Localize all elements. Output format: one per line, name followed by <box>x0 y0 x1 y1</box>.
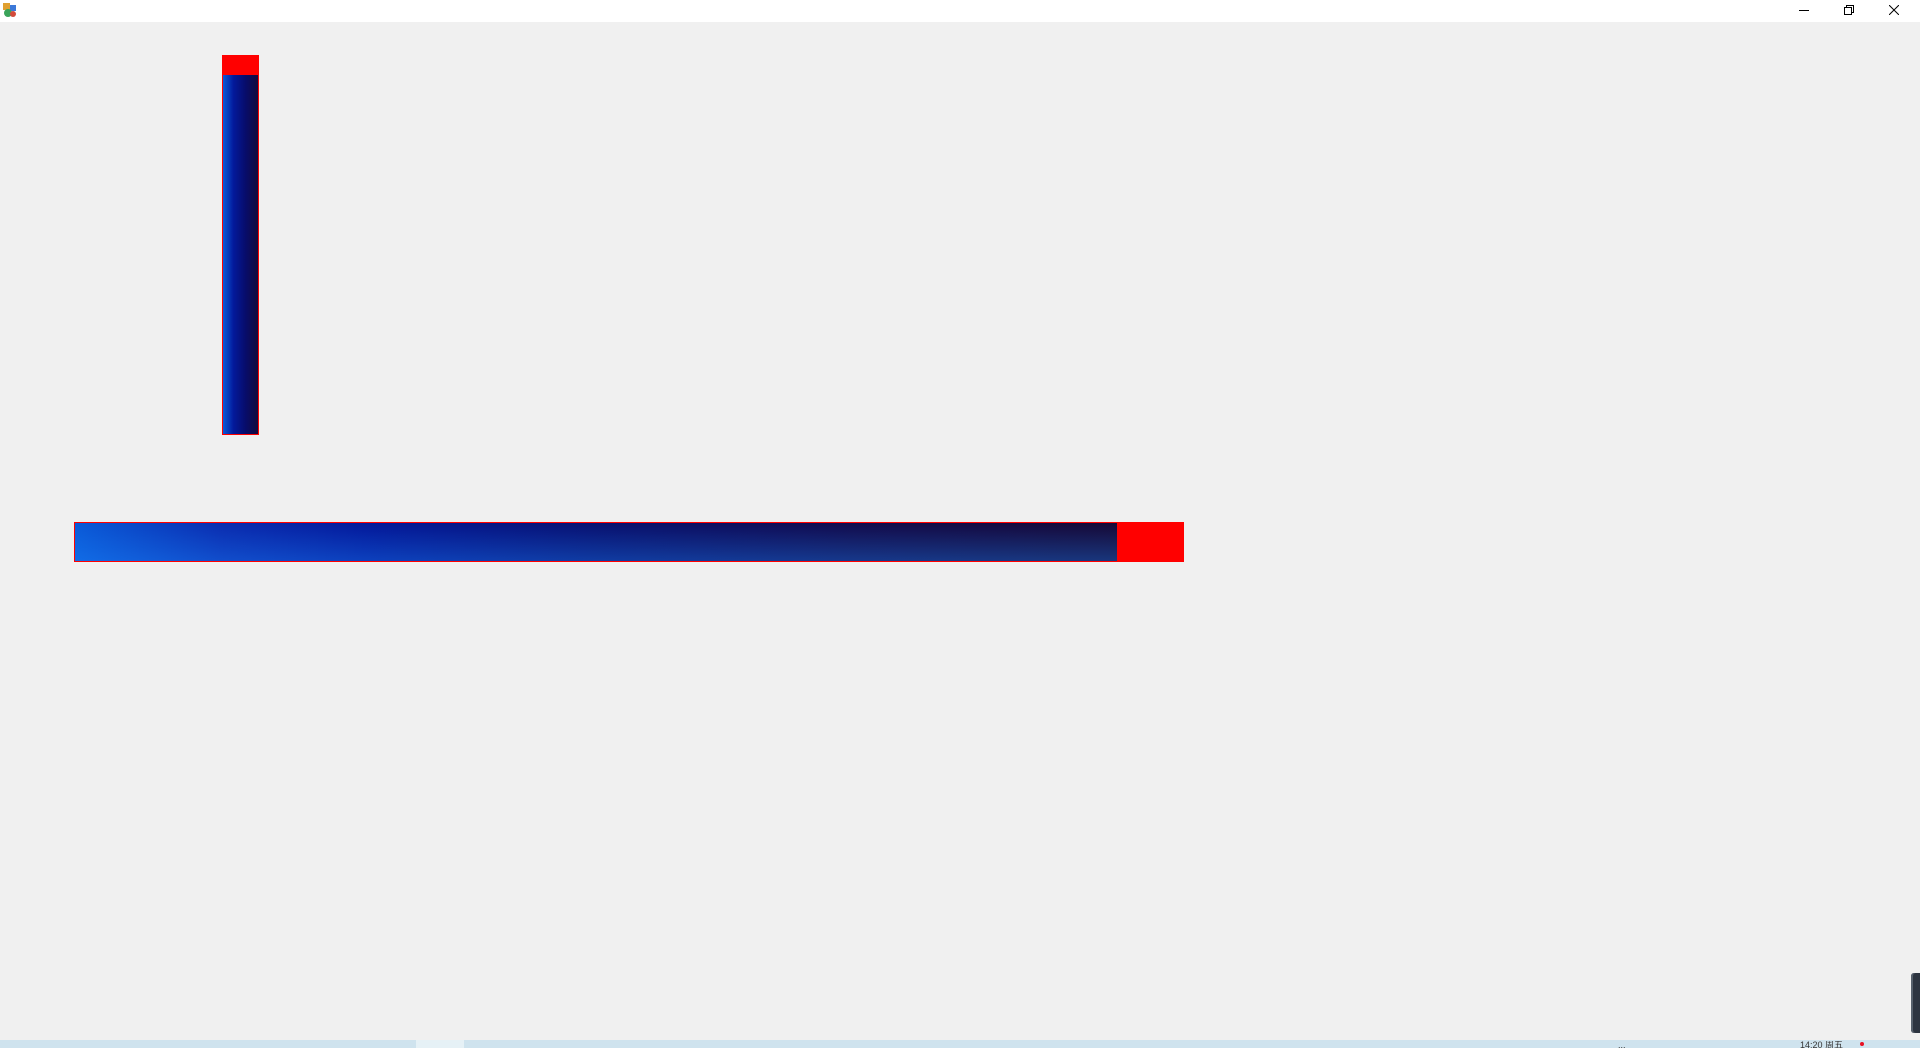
horizontal-progress-fill <box>75 523 1117 561</box>
application-icon <box>2 2 18 18</box>
tray-text: ... <box>1618 1041 1626 1048</box>
taskbar-app-button[interactable] <box>416 1040 464 1048</box>
vertical-progress-bar <box>222 55 259 435</box>
restore-icon <box>1843 2 1854 20</box>
app-window <box>0 0 1920 1040</box>
vertical-progress-fill <box>223 74 258 434</box>
minimize-icon <box>1798 2 1809 20</box>
tray-clock[interactable]: 14:20 周五 <box>1800 1041 1843 1048</box>
minimize-button[interactable] <box>1781 0 1826 22</box>
restore-button[interactable] <box>1826 0 1871 22</box>
taskbar: ... 14:20 周五 <box>0 1040 1920 1048</box>
horizontal-progress-bar <box>74 522 1184 562</box>
scrollbar-thumb[interactable] <box>1911 973 1920 1033</box>
title-bar[interactable] <box>0 0 1920 22</box>
close-button[interactable] <box>1871 0 1916 22</box>
close-icon <box>1888 2 1899 20</box>
notification-dot <box>1860 1042 1864 1046</box>
